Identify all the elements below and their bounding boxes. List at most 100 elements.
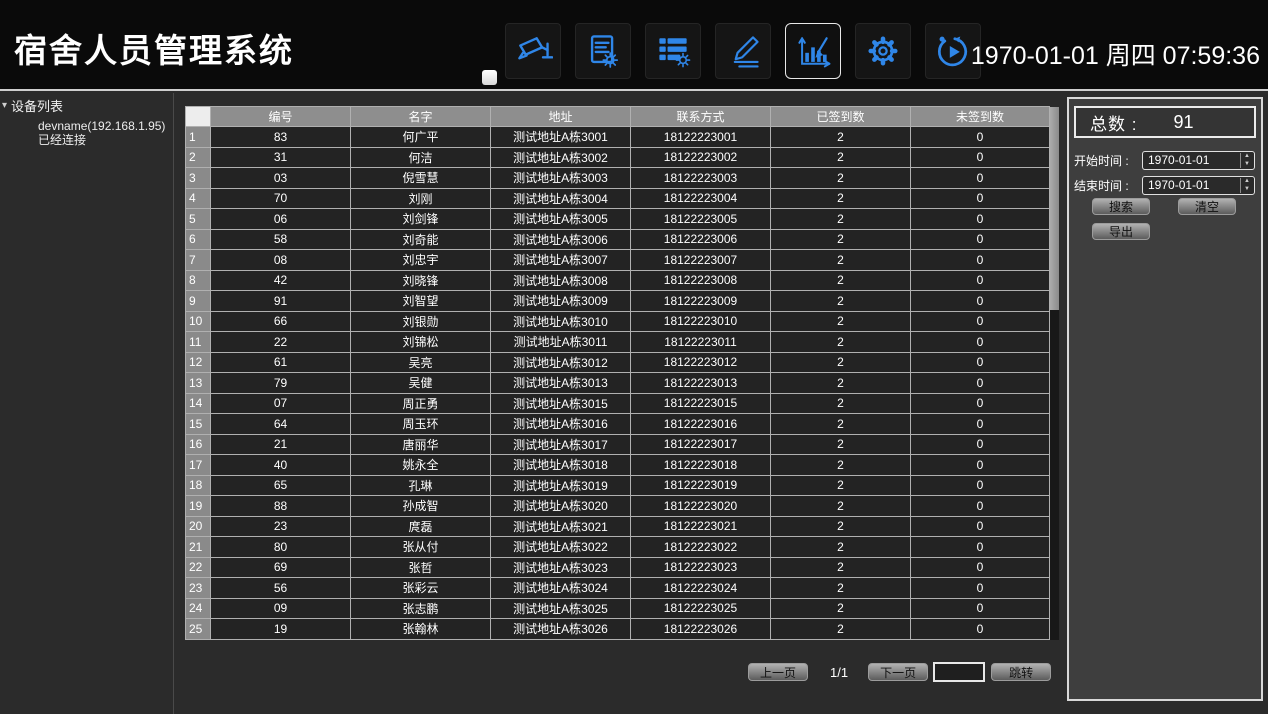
clear-button[interactable]: 清空 bbox=[1178, 198, 1236, 215]
table-cell: 0 bbox=[911, 599, 1050, 620]
table-row[interactable]: 708刘忠宇测试地址A栋30071812222300720 bbox=[185, 250, 1050, 271]
datetime-display: 1970-01-01 周四 07:59:36 bbox=[971, 36, 1260, 72]
table-row[interactable]: 2269张哲测试地址A栋30231812222302320 bbox=[185, 558, 1050, 579]
register-pen-icon bbox=[723, 31, 763, 71]
device-item[interactable]: devname(192.168.1.95) 已经连接 bbox=[38, 119, 173, 147]
statistics-chart-icon bbox=[793, 31, 833, 71]
table-cell: 18122223018 bbox=[631, 455, 771, 476]
row-number: 10 bbox=[185, 312, 211, 333]
table-cell: 2 bbox=[771, 312, 911, 333]
row-number: 20 bbox=[185, 517, 211, 538]
table-cell: 0 bbox=[911, 189, 1050, 210]
table-row[interactable]: 1379吴健测试地址A栋30131812222301320 bbox=[185, 373, 1050, 394]
table-cell: 18122223023 bbox=[631, 558, 771, 579]
table-cell: 测试地址A栋3007 bbox=[491, 250, 631, 271]
table-cell: 23 bbox=[211, 517, 351, 538]
table-row[interactable]: 506刘剑锋测试地址A栋30051812222300520 bbox=[185, 209, 1050, 230]
table-cell: 2 bbox=[771, 476, 911, 497]
table-row[interactable]: 1564周玉环测试地址A栋30161812222301620 bbox=[185, 414, 1050, 435]
table-row[interactable]: 2023庹磊测试地址A栋30211812222302120 bbox=[185, 517, 1050, 538]
column-header-6[interactable]: 未签到数 bbox=[911, 106, 1050, 127]
toolbar-statistics-button[interactable] bbox=[785, 23, 841, 79]
end-date-spinner[interactable]: ▲▼ bbox=[1240, 178, 1253, 193]
row-number: 14 bbox=[185, 394, 211, 415]
table-cell: 2 bbox=[771, 271, 911, 292]
table-row[interactable]: 1740姚永全测试地址A栋30181812222301820 bbox=[185, 455, 1050, 476]
table-cell: 测试地址A栋3018 bbox=[491, 455, 631, 476]
toolbar-register-button[interactable] bbox=[715, 23, 771, 79]
table-row[interactable]: 991刘智望测试地址A栋30091812222300920 bbox=[185, 291, 1050, 312]
column-header-1[interactable]: 编号 bbox=[211, 106, 351, 127]
toolbar-data-records-button[interactable] bbox=[645, 23, 701, 79]
search-button[interactable]: 搜索 bbox=[1092, 198, 1150, 215]
table-cell: 0 bbox=[911, 476, 1050, 497]
table-row[interactable]: 183何广平测试地址A栋30011812222300120 bbox=[185, 127, 1050, 148]
table-row[interactable]: 658刘奇能测试地址A栋30061812222300620 bbox=[185, 230, 1050, 251]
table-cell: 18122223013 bbox=[631, 373, 771, 394]
prev-page-button[interactable]: 上一页 bbox=[748, 663, 808, 681]
table-cell: 测试地址A栋3025 bbox=[491, 599, 631, 620]
table-cell: 何洁 bbox=[351, 148, 491, 169]
table-row[interactable]: 2180张从付测试地址A栋30221812222302220 bbox=[185, 537, 1050, 558]
table-cell: 刘晓锋 bbox=[351, 271, 491, 292]
table-cell: 孔琳 bbox=[351, 476, 491, 497]
table-scrollbar-track[interactable] bbox=[1050, 107, 1059, 640]
table-cell: 测试地址A栋3026 bbox=[491, 619, 631, 640]
device-list-group[interactable]: ▾ 设备列表 bbox=[0, 93, 173, 115]
table-cell: 姚永全 bbox=[351, 455, 491, 476]
table-row[interactable]: 470刘刚测试地址A栋30041812222300420 bbox=[185, 189, 1050, 210]
column-header-4[interactable]: 联系方式 bbox=[631, 106, 771, 127]
table-cell: 18122223020 bbox=[631, 496, 771, 517]
start-time-row: 开始时间 : 1970-01-01 ▲▼ bbox=[1074, 150, 1255, 170]
table-row[interactable]: 1122刘锦松测试地址A栋30111812222301120 bbox=[185, 332, 1050, 353]
table-cell: 09 bbox=[211, 599, 351, 620]
table-row[interactable]: 303倪雪慧测试地址A栋30031812222300320 bbox=[185, 168, 1050, 189]
row-number: 19 bbox=[185, 496, 211, 517]
toolbar-settings-button[interactable] bbox=[855, 23, 911, 79]
toolbar-log-report-button[interactable] bbox=[575, 23, 631, 79]
row-number: 15 bbox=[185, 414, 211, 435]
table-cell: 0 bbox=[911, 291, 1050, 312]
table-row[interactable]: 2356张彩云测试地址A栋30241812222302420 bbox=[185, 578, 1050, 599]
table-scrollbar-thumb[interactable] bbox=[1050, 107, 1059, 310]
table-cell: 张哲 bbox=[351, 558, 491, 579]
table-cell: 0 bbox=[911, 353, 1050, 374]
row-number: 12 bbox=[185, 353, 211, 374]
table-cell: 0 bbox=[911, 517, 1050, 538]
table-row[interactable]: 842刘晓锋测试地址A栋30081812222300820 bbox=[185, 271, 1050, 292]
export-button[interactable]: 导出 bbox=[1092, 223, 1150, 240]
table-cell: 18122223011 bbox=[631, 332, 771, 353]
jump-page-input[interactable] bbox=[933, 662, 985, 682]
table-row[interactable]: 2409张志鹏测试地址A栋30251812222302520 bbox=[185, 599, 1050, 620]
table-row[interactable]: 1066刘银勋测试地址A栋30101812222301020 bbox=[185, 312, 1050, 333]
table-row[interactable]: 2519张翰林测试地址A栋30261812222302620 bbox=[185, 619, 1050, 640]
table-row[interactable]: 1988孙成智测试地址A栋30201812222302020 bbox=[185, 496, 1050, 517]
table-cell: 70 bbox=[211, 189, 351, 210]
table-cell: 18122223021 bbox=[631, 517, 771, 538]
end-date-input[interactable]: 1970-01-01 ▲▼ bbox=[1142, 176, 1255, 195]
table-cell: 18122223025 bbox=[631, 599, 771, 620]
start-date-input[interactable]: 1970-01-01 ▲▼ bbox=[1142, 151, 1255, 170]
table-row[interactable]: 1407周正勇测试地址A栋30151812222301520 bbox=[185, 394, 1050, 415]
table-header-row: 编号名字地址联系方式已签到数未签到数 bbox=[185, 106, 1050, 127]
row-number: 9 bbox=[185, 291, 211, 312]
table-row[interactable]: 231何洁测试地址A栋30021812222300220 bbox=[185, 148, 1050, 169]
table-row[interactable]: 1621唐丽华测试地址A栋30171812222301720 bbox=[185, 435, 1050, 456]
start-date-spinner[interactable]: ▲▼ bbox=[1240, 153, 1253, 168]
column-header-3[interactable]: 地址 bbox=[491, 106, 631, 127]
column-header-5[interactable]: 已签到数 bbox=[771, 106, 911, 127]
table-cell: 80 bbox=[211, 537, 351, 558]
table-row[interactable]: 1261吴亮测试地址A栋30121812222301220 bbox=[185, 353, 1050, 374]
toolbar-camera-button[interactable] bbox=[505, 23, 561, 79]
table-cell: 56 bbox=[211, 578, 351, 599]
table-cell: 2 bbox=[771, 230, 911, 251]
table-cell: 刘奇能 bbox=[351, 230, 491, 251]
jump-button[interactable]: 跳转 bbox=[991, 663, 1051, 681]
page-indicator: 1/1 bbox=[830, 665, 848, 680]
table-row[interactable]: 1865孔琳测试地址A栋30191812222301920 bbox=[185, 476, 1050, 497]
playback-icon bbox=[933, 31, 973, 71]
next-page-button[interactable]: 下一页 bbox=[868, 663, 928, 681]
column-header-2[interactable]: 名字 bbox=[351, 106, 491, 127]
start-date-value: 1970-01-01 bbox=[1143, 153, 1209, 167]
total-label: 总数 : bbox=[1090, 110, 1137, 135]
